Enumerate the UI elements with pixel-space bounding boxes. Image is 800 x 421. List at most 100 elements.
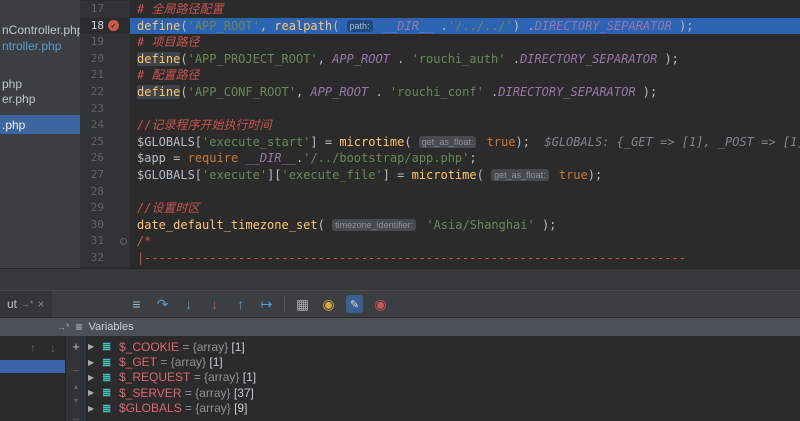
code-line[interactable]: 19# 项目路径 — [80, 34, 800, 51]
variable-row[interactable]: ▶≣$_SERVER = {array} [37] — [88, 385, 256, 400]
code-line[interactable]: 17# 全局路径配置 — [80, 1, 800, 18]
move-down-icon[interactable]: ▼ — [66, 398, 86, 405]
variable-count: [37] — [231, 386, 254, 400]
line-number[interactable]: 26 — [80, 150, 130, 167]
step-out-icon[interactable]: ↑ — [232, 295, 249, 313]
selected-frame-row[interactable] — [0, 360, 65, 373]
collapse-all-icon[interactable]: − — [66, 412, 86, 421]
coin-icon[interactable]: ◉ — [320, 295, 337, 313]
expand-icon[interactable]: ▶ — [88, 358, 102, 367]
code-text[interactable]: $app = require __DIR__.'/../bootstrap/ap… — [130, 150, 800, 167]
line-number[interactable]: 25 — [80, 134, 130, 151]
variable-row[interactable]: ▶≣$_COOKIE = {array} [1] — [88, 339, 256, 354]
code-text[interactable]: define('APP_PROJECT_ROOT', APP_ROOT . 'r… — [130, 51, 800, 68]
menu-icon[interactable]: ≡ — [76, 320, 83, 334]
splitter-band[interactable] — [0, 268, 800, 291]
code-line[interactable]: 31/* — [80, 233, 800, 250]
line-number[interactable]: 27 — [80, 167, 130, 184]
expand-icon[interactable]: ▶ — [88, 373, 102, 382]
line-number[interactable]: 24 — [80, 117, 130, 134]
equals-sign: = — [179, 340, 193, 354]
code-text[interactable]: $GLOBALS['execute_start'] = microtime( g… — [130, 134, 800, 151]
token: define — [137, 19, 180, 33]
code-text[interactable]: define('APP_ROOT', realpath( path: __DIR… — [130, 18, 800, 35]
line-number[interactable]: 18✔ — [80, 18, 130, 35]
code-text[interactable] — [130, 101, 800, 118]
line-number[interactable]: 28 — [80, 184, 130, 201]
code-editor[interactable]: 17# 全局路径配置18✔define('APP_ROOT', realpath… — [80, 0, 800, 268]
code-line[interactable]: 30date_default_timezone_set( timezone_id… — [80, 217, 800, 234]
code-line[interactable]: 21# 配置路径 — [80, 67, 800, 84]
prev-frame-icon[interactable]: ↑ — [30, 341, 36, 355]
evaluate-expression-icon[interactable]: ▦ — [294, 295, 311, 313]
tree-item[interactable]: ntroller.php — [2, 38, 61, 54]
token: ] = — [310, 135, 339, 149]
code-text[interactable]: # 全局路径配置 — [130, 1, 800, 18]
line-number[interactable]: 31 — [80, 233, 130, 250]
code-text[interactable] — [130, 184, 800, 201]
breakpoint-icon[interactable]: ✔ — [108, 20, 119, 31]
frames-panel[interactable]: ↑ ↓ — [0, 336, 66, 421]
expand-icon[interactable]: ▶ — [88, 342, 102, 351]
variable-row[interactable]: ▶≣$_GET = {array} [1] — [88, 354, 256, 369]
fold-marker-icon[interactable] — [120, 238, 127, 245]
code-line[interactable]: 27$GLOBALS['execute']['execute_file'] = … — [80, 167, 800, 184]
token: ( — [180, 52, 187, 66]
force-step-into-icon[interactable]: ↓ — [206, 295, 223, 313]
code-line[interactable]: 20define('APP_PROJECT_ROOT', APP_ROOT . … — [80, 51, 800, 68]
code-text[interactable]: date_default_timezone_set( timezone_iden… — [130, 217, 800, 234]
code-line[interactable]: 26$app = require __DIR__.'/../bootstrap/… — [80, 150, 800, 167]
mute-breakpoints-icon[interactable]: ✎ — [346, 295, 363, 313]
token: ( — [318, 218, 332, 232]
line-number[interactable]: 32 — [80, 250, 130, 267]
variables-header[interactable]: →* ≡ Variables — [0, 317, 800, 336]
line-number[interactable]: 22 — [80, 84, 130, 101]
line-number[interactable]: 29 — [80, 200, 130, 217]
move-up-icon[interactable]: ▲ — [66, 384, 86, 391]
step-over-icon[interactable]: ↷ — [154, 295, 171, 313]
line-number[interactable]: 30 — [80, 217, 130, 234]
add-watch-icon[interactable]: + — [66, 339, 86, 354]
tree-item[interactable]: php — [2, 76, 22, 92]
expand-icon[interactable]: ▶ — [88, 404, 102, 413]
code-text[interactable]: $GLOBALS['execute']['execute_file'] = mi… — [130, 167, 800, 184]
code-text[interactable]: # 项目路径 — [130, 34, 800, 51]
code-text[interactable]: |---------------------------------------… — [130, 250, 800, 267]
variables-title: Variables — [89, 321, 134, 333]
code-line[interactable]: 32|-------------------------------------… — [80, 250, 800, 267]
next-frame-icon[interactable]: ↓ — [50, 341, 56, 355]
code-line[interactable]: 24//记录程序开始执行时间 — [80, 117, 800, 134]
view-breakpoints-icon[interactable]: ◉ — [372, 295, 389, 313]
code-line[interactable]: 28 — [80, 184, 800, 201]
line-number[interactable]: 20 — [80, 51, 130, 68]
code-text[interactable]: # 配置路径 — [130, 67, 800, 84]
token: [ — [195, 135, 202, 149]
code-text[interactable]: //设置时区 — [130, 200, 800, 217]
expand-icon[interactable]: ▶ — [88, 388, 102, 397]
code-line[interactable]: 23 — [80, 101, 800, 118]
tree-item[interactable]: nController.php — [2, 22, 81, 38]
line-number[interactable]: 19 — [80, 34, 130, 51]
line-number[interactable]: 23 — [80, 101, 130, 118]
variable-row[interactable]: ▶≣$_REQUEST = {array} [1] — [88, 370, 256, 385]
line-number[interactable]: 17 — [80, 1, 130, 18]
code-text[interactable]: define('APP_CONF_ROOT', APP_ROOT . 'rouc… — [130, 84, 800, 101]
code-line[interactable]: 18✔define('APP_ROOT', realpath( path: __… — [80, 18, 800, 35]
step-into-icon[interactable]: ↓ — [180, 295, 197, 313]
code-line[interactable]: 29//设置时区 — [80, 200, 800, 217]
variable-count: [1] — [206, 355, 223, 369]
code-line[interactable]: 25$GLOBALS['execute_start'] = microtime(… — [80, 134, 800, 151]
tree-item[interactable]: .php — [2, 117, 25, 133]
close-icon[interactable]: × — [38, 297, 45, 311]
variable-row[interactable]: ▶≣$GLOBALS = {array} [9] — [88, 401, 256, 416]
code-text[interactable]: /* — [130, 233, 800, 250]
debugger-tab[interactable]: ut →* × — [0, 291, 52, 317]
remove-watch-icon[interactable]: − — [66, 363, 86, 378]
line-number[interactable]: 21 — [80, 67, 130, 84]
run-to-cursor-icon[interactable]: ↦ — [258, 295, 275, 313]
code-line[interactable]: 22define('APP_CONF_ROOT', APP_ROOT . 'ro… — [80, 84, 800, 101]
code-text[interactable]: //记录程序开始执行时间 — [130, 117, 800, 134]
menu-icon[interactable]: ≡ — [128, 295, 145, 313]
watches-toolbar: + − ▲ ▼ − — [66, 336, 87, 421]
tree-item[interactable]: er.php — [2, 91, 35, 107]
